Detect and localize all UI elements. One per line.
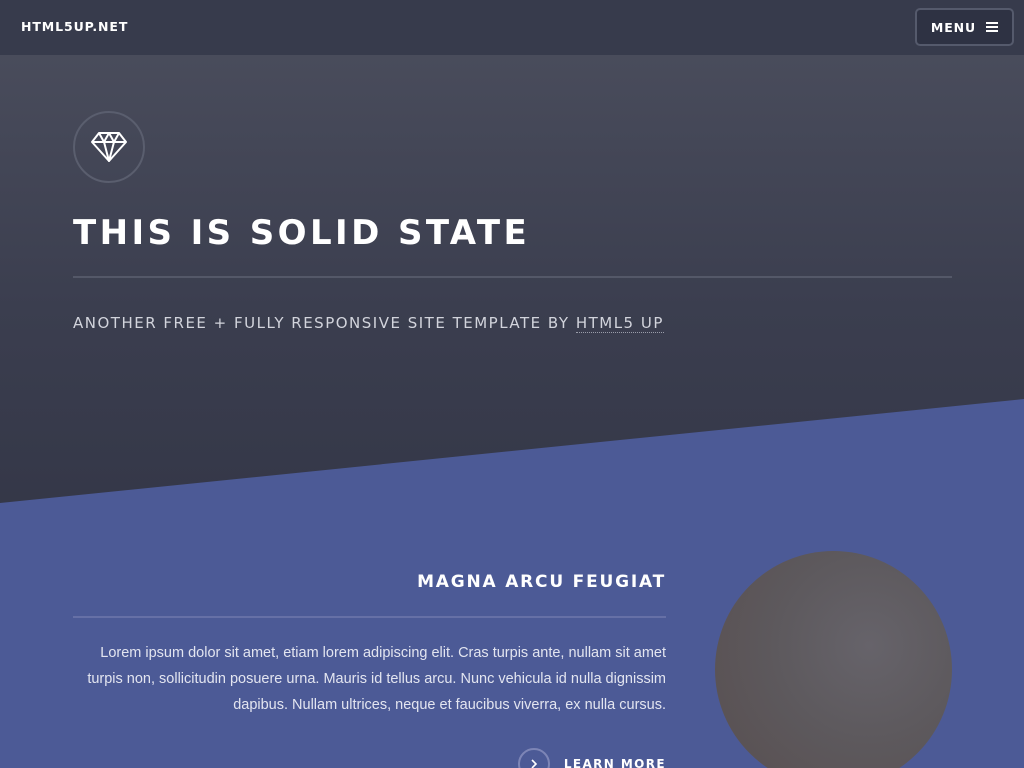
feature-title: MAGNA ARCU FEUGIAT <box>417 572 666 592</box>
site-header: HTML5UP.NET MENU <box>0 0 1024 55</box>
menu-button[interactable]: MENU <box>915 8 1014 46</box>
hamburger-menu-icon <box>986 22 999 32</box>
feature-section: MAGNA ARCU FEUGIAT Lorem ipsum dolor sit… <box>0 0 1024 768</box>
learn-more-link[interactable]: LEARN MORE <box>517 748 666 768</box>
learn-more-label: LEARN MORE <box>563 757 666 768</box>
feature-image <box>715 551 952 768</box>
menu-label: MENU <box>930 19 977 35</box>
site-logo-link[interactable]: HTML5UP.NET <box>21 19 128 34</box>
feature-divider <box>73 616 666 618</box>
feature-description: Lorem ipsum dolor sit amet, etiam lorem … <box>87 645 666 713</box>
chevron-right-icon <box>531 759 537 768</box>
page: HTML5UP.NET MENU THIS IS SOLID STATE ANO… <box>0 0 1024 768</box>
chevron-right-icon-circle <box>517 748 550 768</box>
